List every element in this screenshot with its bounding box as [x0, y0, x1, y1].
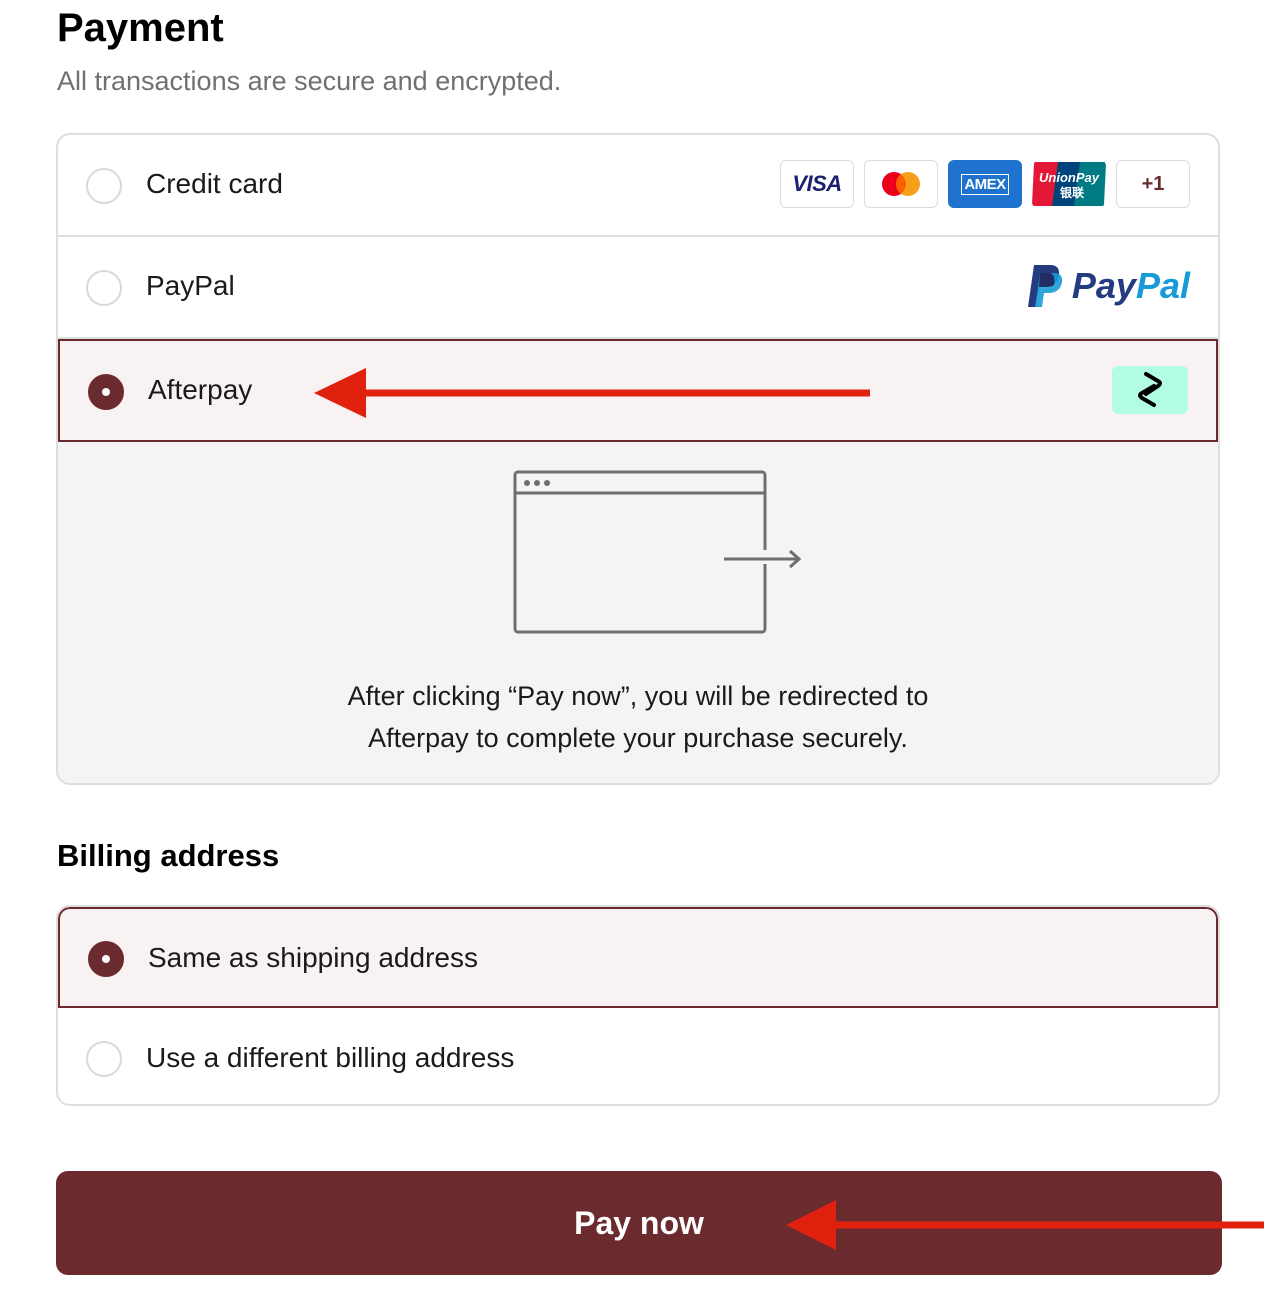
- billing-same-radio[interactable]: [88, 941, 124, 977]
- more-cards-badge: +1: [1116, 160, 1190, 208]
- payment-methods-group: Credit card VISA AMEX UnionPay 银联 +1 Pay…: [56, 133, 1220, 785]
- card-brand-badges: VISA AMEX UnionPay 银联 +1: [780, 160, 1190, 208]
- afterpay-redirect-panel: After clicking “Pay now”, you will be re…: [58, 442, 1218, 783]
- annotation-arrow-afterpay-icon: [314, 368, 870, 418]
- payment-option-credit-card[interactable]: Credit card VISA AMEX UnionPay 银联 +1: [58, 135, 1218, 237]
- visa-icon: VISA: [780, 160, 854, 208]
- svg-text:UnionPay: UnionPay: [1039, 170, 1100, 185]
- afterpay-redirect-text-line2: Afterpay to complete your purchase secur…: [368, 723, 908, 753]
- paypal-p-icon: [1027, 265, 1062, 307]
- paypal-radio[interactable]: [86, 270, 122, 306]
- billing-address-title: Billing address: [57, 838, 280, 873]
- billing-options-group: Same as shipping address Use a different…: [56, 905, 1220, 1106]
- billing-different-label: Use a different billing address: [146, 1042, 515, 1073]
- paypal-label: PayPal: [146, 270, 235, 301]
- afterpay-radio[interactable]: [88, 374, 124, 410]
- credit-card-radio[interactable]: [86, 168, 122, 204]
- credit-card-label: Credit card: [146, 168, 283, 199]
- payment-option-paypal[interactable]: PayPal PayPal: [58, 237, 1218, 339]
- mastercard-icon: [864, 160, 938, 208]
- afterpay-icon: [1112, 366, 1188, 414]
- browser-redirect-icon: [513, 470, 802, 634]
- amex-icon: AMEX: [948, 160, 1022, 208]
- billing-option-different[interactable]: Use a different billing address: [58, 1008, 1218, 1104]
- svg-text:银联: 银联: [1060, 185, 1084, 200]
- billing-same-label: Same as shipping address: [148, 942, 478, 973]
- afterpay-label: Afterpay: [148, 374, 253, 405]
- payment-subtitle: All transactions are secure and encrypte…: [57, 66, 562, 96]
- billing-option-same[interactable]: Same as shipping address: [58, 907, 1218, 1008]
- billing-different-radio[interactable]: [86, 1041, 122, 1077]
- annotation-arrow-pay-now-icon: [786, 1200, 1264, 1250]
- afterpay-redirect-text-line1: After clicking “Pay now”, you will be re…: [347, 681, 929, 711]
- paypal-logo: PayPal: [1026, 263, 1190, 309]
- payment-title: Payment: [57, 6, 224, 50]
- unionpay-icon: UnionPay 银联: [1032, 160, 1106, 208]
